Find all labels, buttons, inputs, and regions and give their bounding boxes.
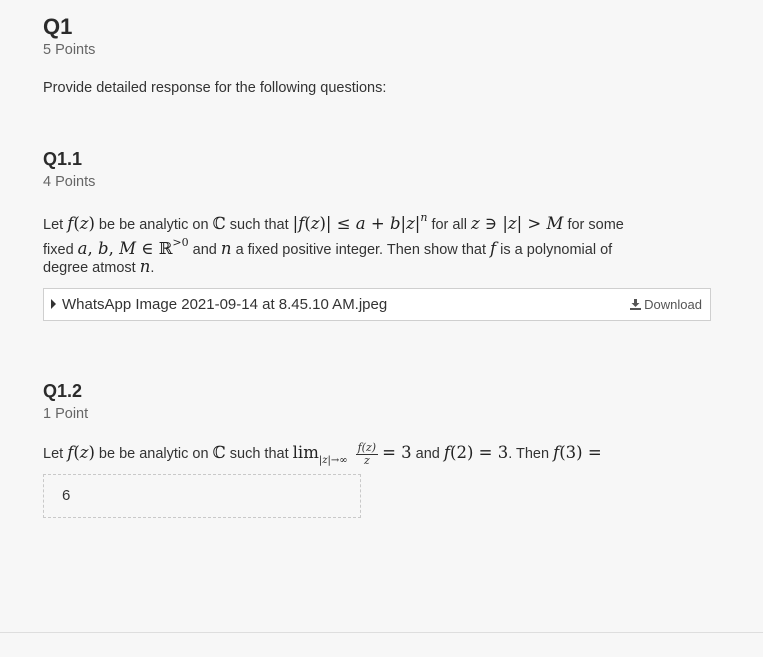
q1-2-points: 1 Point xyxy=(43,406,89,422)
q1-1-title: Q1.1 xyxy=(43,149,83,169)
answer-field[interactable]: 6 xyxy=(43,474,361,518)
math-fraction: f(z) z xyxy=(355,440,379,467)
q1-1-and: and xyxy=(192,242,217,258)
divider xyxy=(0,632,763,633)
q1-1-degree: degree atmost xyxy=(43,260,136,276)
answer-value[interactable]: 6 xyxy=(62,487,70,504)
q1-2-let: Let xyxy=(43,446,64,462)
download-button[interactable]: Download xyxy=(630,297,702,313)
q1-points: 5 Points xyxy=(43,42,96,58)
expand-triangle-icon[interactable] xyxy=(51,299,56,309)
q1-2-then: . Then xyxy=(508,446,550,462)
attachment-panel[interactable]: WhatsApp Image 2021-09-14 at 8.45.10 AM.… xyxy=(43,288,711,321)
q1-2-question: Let f(z) be be analytic on ℂ such that l… xyxy=(43,440,602,467)
attachment-filename[interactable]: WhatsApp Image 2021-09-14 at 8.45.10 AM.… xyxy=(62,296,387,313)
q1-2-title: Q1.2 xyxy=(43,381,83,401)
download-icon xyxy=(630,298,642,313)
download-label: Download xyxy=(644,297,702,312)
q1-2-such-that: such that xyxy=(229,446,289,462)
q1-1-fixed-pos-int: a fixed positive integer. Then show that xyxy=(235,242,486,258)
q1-1-question-line3: degree atmost n. xyxy=(43,257,155,276)
q1-1-points: 4 Points xyxy=(43,174,96,190)
q1-2-and: and xyxy=(415,446,440,462)
q1-title: Q1 xyxy=(43,14,73,39)
q1-intro: Provide detailed response for the follow… xyxy=(43,80,387,96)
q1-2-analytic: be be analytic on xyxy=(98,446,209,462)
q1-1-is-poly: is a polynomial of xyxy=(500,242,613,258)
